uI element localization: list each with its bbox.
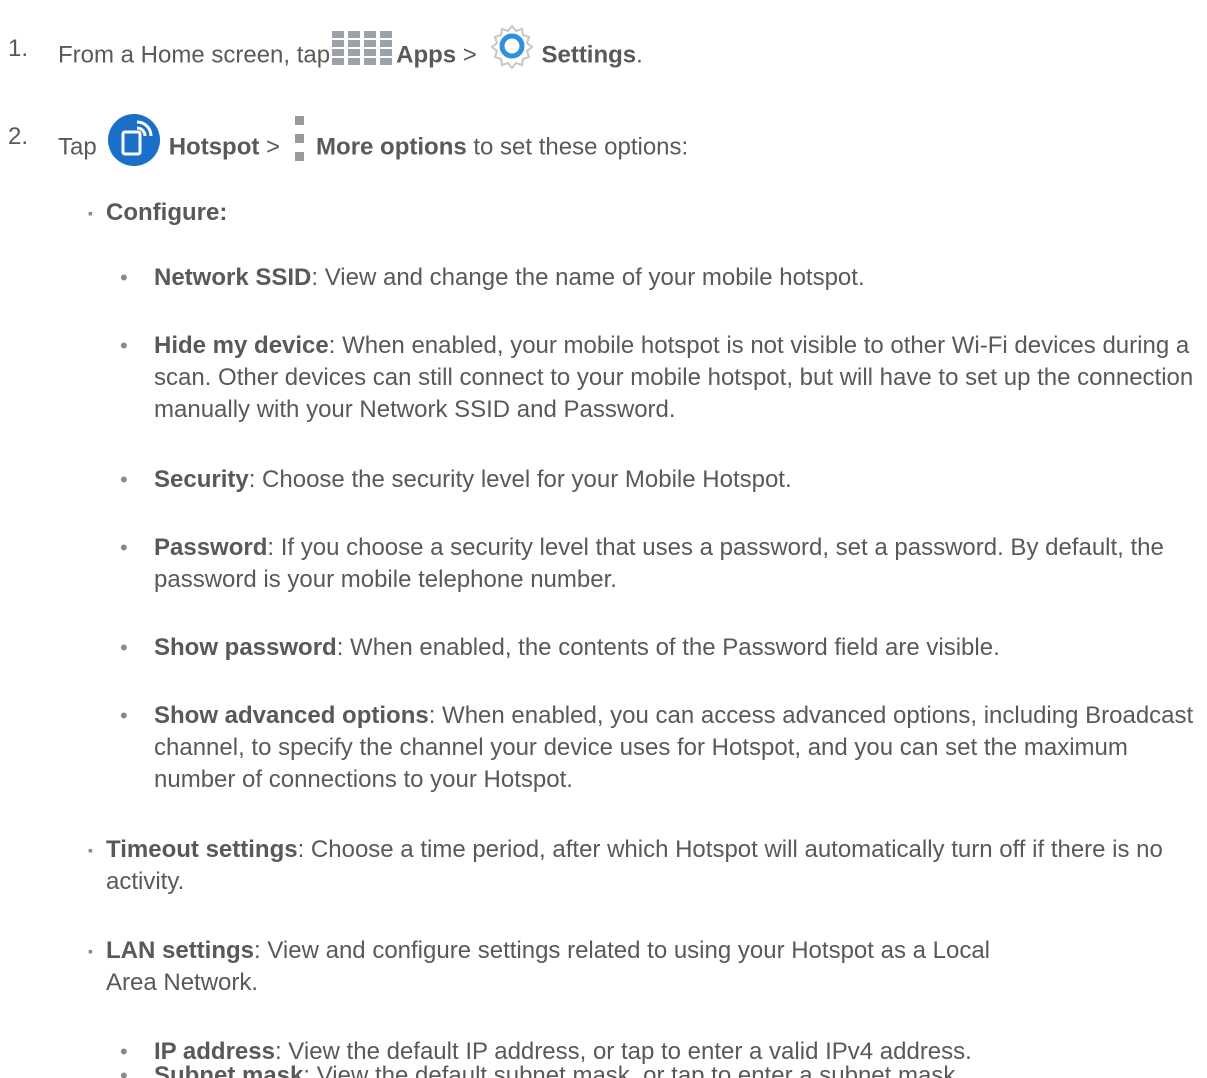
term: Security [154,466,249,493]
term: Show password [154,634,337,661]
step-2-prefix: Tap [58,133,97,161]
settings-label: Settings [541,41,637,69]
step-1-prefix: From a Home screen, tap [58,41,331,69]
more-options-icon [292,116,306,164]
description: : If you choose a security level that us… [154,534,1164,593]
step-1-period: . [636,41,643,69]
configure-label: Configure: [106,199,228,226]
separator: > [266,133,281,161]
term: Show advanced options [154,702,429,729]
settings-gear-icon [489,23,535,70]
step-text: Tap Hotspot > More options to set these … [58,114,689,175]
dot-bullet: • [120,265,128,290]
apps-icon [332,31,393,65]
dot-bullet: • [120,703,128,728]
term: Network SSID [154,264,312,291]
step-number: 1. [8,35,29,62]
step-2: 2. Tap Hotspot > More options to set the… [0,114,1207,166]
square-bullet: ▪ [88,205,93,221]
hotspot-label: Hotspot [168,133,260,161]
configure-item: ▪ Configure: [0,197,1207,229]
term: Timeout settings [106,836,298,863]
description: : View and change the name of your mobil… [311,264,865,291]
square-bullet: ▪ [88,842,93,858]
term: Subnet mask [154,1062,304,1078]
dot-bullet: • [120,1063,128,1078]
dot-bullet: • [120,333,128,358]
step-text: From a Home screen, tap Apps > Settings. [58,24,643,79]
description: : View the default subnet mask, or tap t… [303,1062,962,1078]
square-bullet: ▪ [88,943,93,959]
description: : When enabled, the contents of the Pass… [336,634,1000,661]
step-2-suffix: to set these options: [473,133,689,161]
description: : Choose the security level for your Mob… [248,466,792,493]
term: Password [154,534,268,561]
dot-bullet: • [120,467,128,492]
dot-bullet: • [120,635,128,660]
apps-label: Apps [396,41,457,69]
separator: > [462,41,477,69]
list-item-subnet-mask: • Subnet mask: View the default subnet m… [0,1060,1207,1078]
step-1: 1. From a Home screen, tap Apps > Settin… [0,24,1207,73]
term: Hide my device [154,332,329,359]
term: LAN settings [106,937,255,964]
step-number: 2. [8,123,29,150]
dot-bullet: • [120,535,128,560]
more-options-label: More options [316,133,467,161]
hotspot-icon [107,113,161,167]
